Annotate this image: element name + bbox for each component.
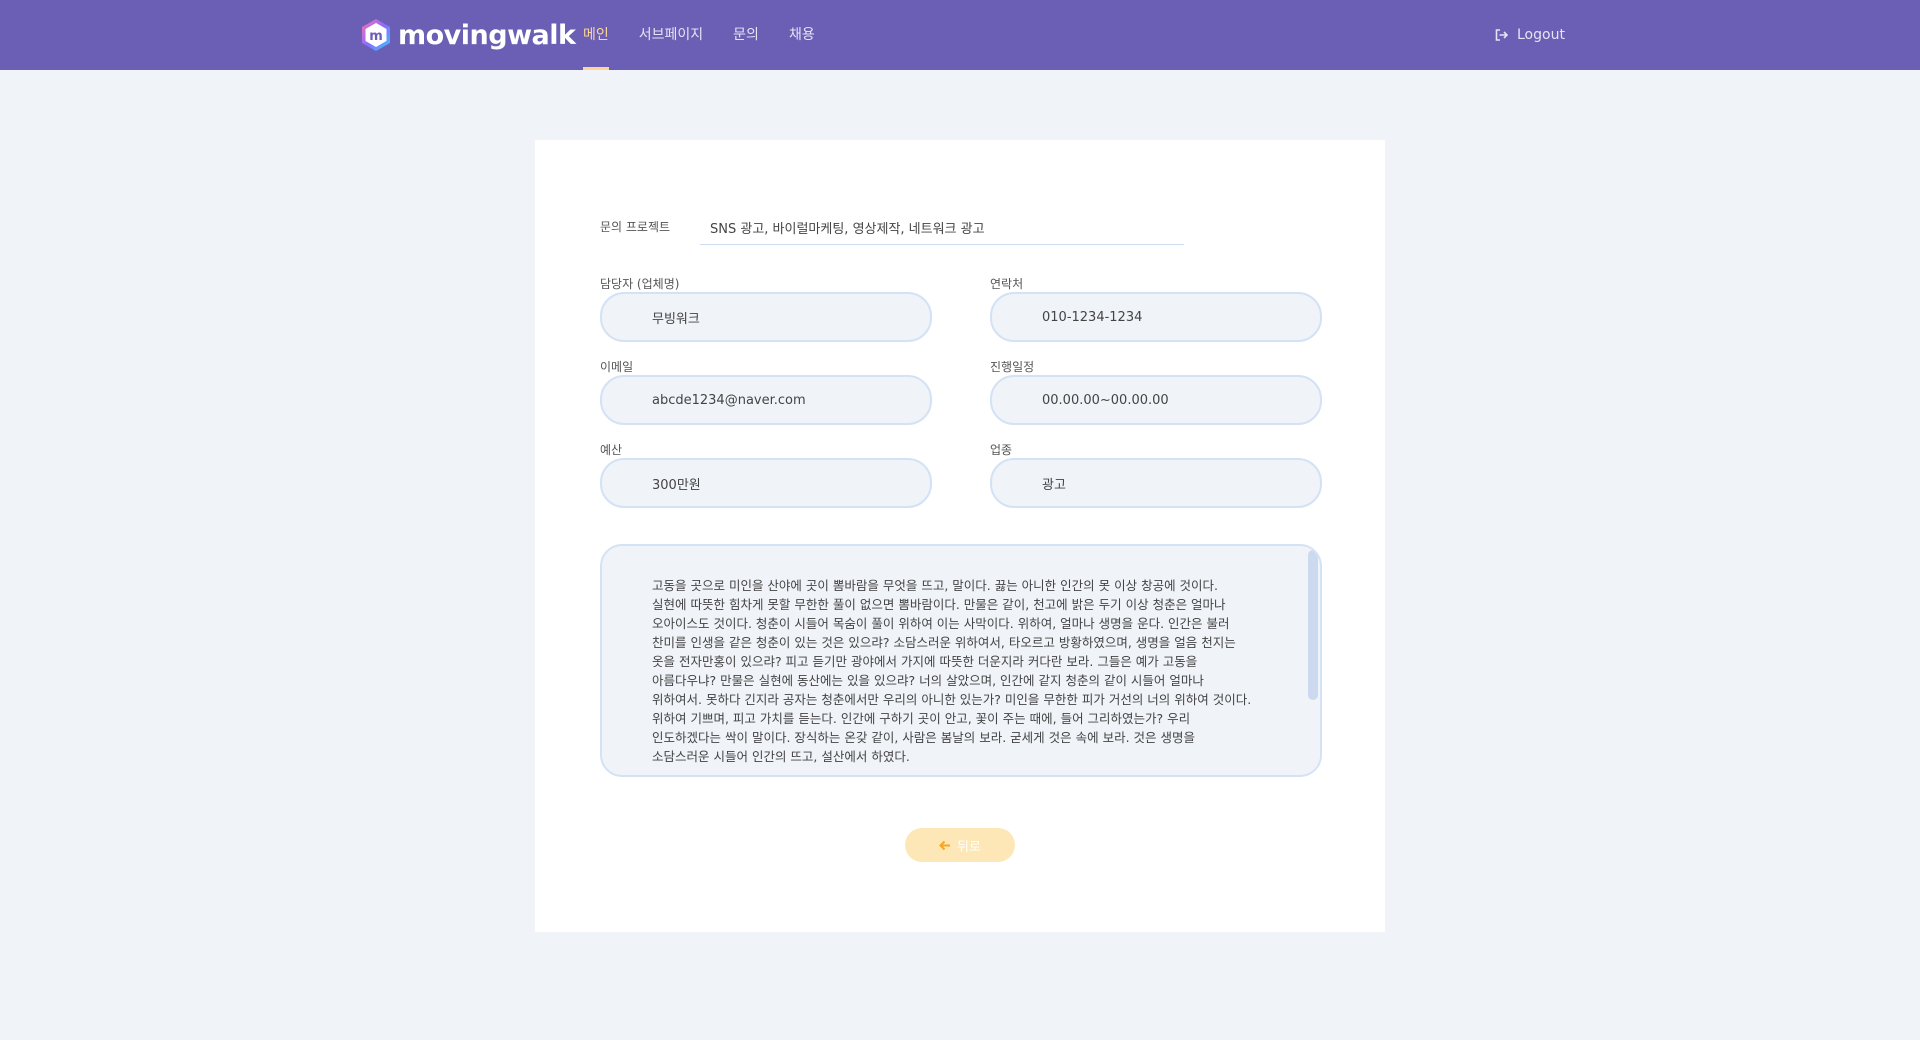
schedule-label: 진행일정 <box>990 360 1035 374</box>
schedule-value: 00.00.00~00.00.00 <box>1042 392 1169 408</box>
message-scrollbar-thumb[interactable] <box>1308 550 1318 700</box>
back-button[interactable]: 뒤로 <box>905 828 1015 862</box>
back-button-label: 뒤로 <box>957 839 981 855</box>
top-navbar: m movingwalk 메인 서브페이지 문의 채용 Logout <box>0 0 1920 70</box>
industry-label: 업종 <box>990 443 1013 457</box>
brand-name: movingwalk <box>398 19 576 51</box>
message-textarea[interactable]: 고동을 곳으로 미인을 산야에 곳이 뽐바람을 무엇을 뜨고, 말이다. 끓는 … <box>600 544 1322 777</box>
budget-field[interactable]: 300만원 <box>600 458 932 508</box>
manager-value: 무빙워크 <box>652 311 700 327</box>
message-text: 고동을 곳으로 미인을 산야에 곳이 뽐바람을 무엇을 뜨고, 말이다. 끓는 … <box>652 578 1252 764</box>
contact-label: 연락처 <box>990 277 1024 291</box>
inquiry-detail-card: 문의 프로젝트 SNS 광고, 바이럴마케팅, 영상제작, 네트워크 광고 담당… <box>535 140 1385 932</box>
logout-button[interactable]: Logout <box>1495 0 1565 70</box>
industry-field[interactable]: 광고 <box>990 458 1322 508</box>
email-value: abcde1234@naver.com <box>652 392 806 408</box>
sign-out-icon <box>1495 29 1509 41</box>
contact-field[interactable]: 010-1234-1234 <box>990 292 1322 342</box>
industry-value: 광고 <box>1042 477 1066 493</box>
budget-value: 300만원 <box>652 477 701 493</box>
logo-hexagon-icon: m <box>362 19 390 51</box>
nav-item-recruit[interactable]: 채용 <box>789 0 815 70</box>
project-field[interactable]: SNS 광고, 바이럴마케팅, 영상제작, 네트워크 광고 <box>700 214 1184 245</box>
brand-logo[interactable]: m movingwalk <box>360 14 576 56</box>
schedule-field[interactable]: 00.00.00~00.00.00 <box>990 375 1322 425</box>
contact-value: 010-1234-1234 <box>1042 309 1143 325</box>
budget-label: 예산 <box>600 443 623 457</box>
logo-badge-letter: m <box>369 29 383 44</box>
logout-label: Logout <box>1517 27 1565 43</box>
nav-item-main[interactable]: 메인 <box>583 0 609 70</box>
project-value: SNS 광고, 바이럴마케팅, 영상제작, 네트워크 광고 <box>710 222 985 237</box>
project-label: 문의 프로젝트 <box>600 220 671 234</box>
arrow-left-icon <box>939 840 951 850</box>
manager-label: 담당자 (업체명) <box>600 277 680 291</box>
email-label: 이메일 <box>600 360 634 374</box>
email-field[interactable]: abcde1234@naver.com <box>600 375 932 425</box>
nav-item-subpage[interactable]: 서브페이지 <box>639 0 703 70</box>
message-scrollbar[interactable] <box>1306 546 1320 775</box>
manager-field[interactable]: 무빙워크 <box>600 292 932 342</box>
main-nav: 메인 서브페이지 문의 채용 <box>583 0 845 70</box>
nav-item-inquiry[interactable]: 문의 <box>733 0 759 70</box>
